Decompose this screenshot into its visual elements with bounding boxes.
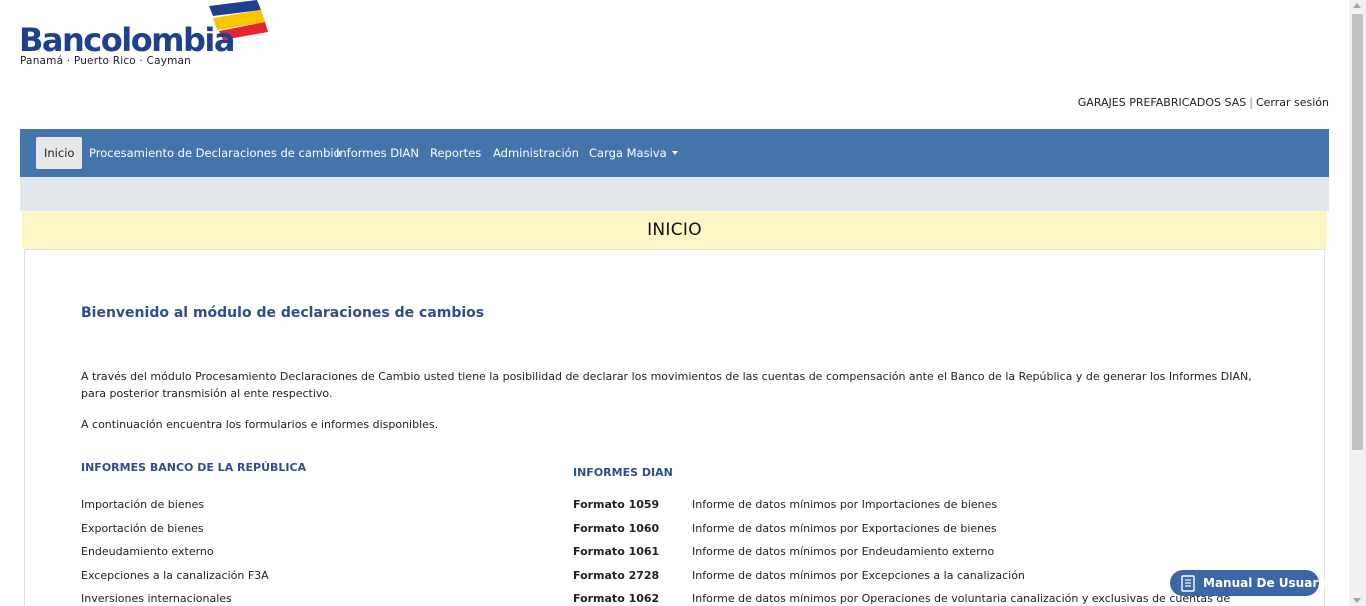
format-1061-desc: Informe de datos mínimos por Endeudamien… — [692, 545, 995, 558]
user-bar: GARAJES PREFABRICADOS SAS | Cerrar sesión — [1078, 96, 1329, 109]
list-item-exportacion[interactable]: Exportación de bienes — [81, 522, 204, 535]
informes-banco-title: INFORMES BANCO DE LA REPÚBLICA — [81, 461, 307, 474]
nav-reportes-label: Reportes — [430, 146, 482, 160]
manual-de-usuario-button[interactable]: Manual De Usuario — [1170, 570, 1331, 596]
format-1059[interactable]: Formato 1059 — [573, 498, 659, 511]
logo-subtitle: Panamá · Puerto Rico · Cayman — [20, 55, 192, 67]
welcome-heading: Bienvenido al módulo de declaraciones de… — [81, 305, 485, 321]
nav-carga-masiva[interactable]: Carga Masiva — [589, 137, 678, 169]
nav-carga-masiva-label: Carga Masiva — [589, 146, 667, 160]
informes-dian-title: INFORMES DIAN — [573, 466, 673, 479]
nav-procesamiento-label: Procesamiento de Declaraciones de cambio — [89, 146, 341, 160]
sub-navbar — [20, 177, 1329, 211]
format-1060[interactable]: Formato 1060 — [573, 522, 659, 535]
scrollbar-thumb[interactable] — [1352, 14, 1363, 450]
bancolombia-logo: Bancolombia Panamá · Puerto Rico · Cayma… — [19, 0, 268, 70]
logout-link[interactable]: Cerrar sesión — [1256, 96, 1329, 109]
page-scrollbar[interactable] — [1349, 0, 1366, 606]
intro-paragraph: A través del módulo Procesamiento Declar… — [81, 370, 1252, 400]
format-2728-desc: Informe de datos mínimos por Excepciones… — [692, 569, 1025, 582]
company-name: GARAJES PREFABRICADOS SAS — [1077, 96, 1247, 109]
list-item-endeudamiento[interactable]: Endeudamiento externo — [81, 545, 214, 558]
page-title: INICIO — [22, 211, 1327, 249]
format-1060-desc: Informe de datos mínimos por Exportacion… — [692, 522, 997, 535]
list-item-importacion[interactable]: Importación de bienes — [81, 498, 204, 511]
nav-procesamiento[interactable]: Procesamiento de Declaraciones de cambio — [89, 137, 341, 169]
format-1062[interactable]: Formato 1062 — [573, 592, 659, 605]
nav-inicio[interactable]: Inicio — [36, 137, 83, 169]
nav-administracion-label: Administración — [493, 146, 579, 160]
nav-reportes[interactable]: Reportes — [430, 137, 481, 169]
userbar-separator: | — [1249, 96, 1253, 109]
manual-button-label: Manual De Usuario — [1203, 576, 1331, 590]
scroll-down-icon[interactable] — [1353, 598, 1361, 603]
nav-inicio-label: Inicio — [44, 146, 75, 160]
nav-informes-dian[interactable]: Informes DIAN — [336, 137, 419, 169]
list-item-excepciones[interactable]: Excepciones a la canalización F3A — [81, 569, 269, 582]
format-2728[interactable]: Formato 2728 — [573, 569, 659, 582]
list-item-inversiones[interactable]: Inversiones internacionales — [81, 592, 232, 605]
format-1059-desc: Informe de datos mínimos por Importacion… — [692, 498, 998, 511]
chevron-down-icon — [671, 150, 678, 155]
intro-paragraph-2: A continuación encuentra los formularios… — [81, 418, 439, 431]
scroll-up-icon[interactable] — [1353, 3, 1361, 8]
format-1061[interactable]: Formato 1061 — [573, 545, 659, 558]
logo-wordmark: Bancolombia — [19, 21, 235, 59]
main-navbar: Inicio Procesamiento de Declaraciones de… — [20, 129, 1329, 177]
nav-administracion[interactable]: Administración — [493, 137, 579, 169]
format-1062-desc: Informe de datos mínimos por Operaciones… — [692, 592, 1231, 605]
nav-informes-dian-label: Informes DIAN — [336, 146, 419, 160]
document-icon — [1181, 575, 1195, 592]
